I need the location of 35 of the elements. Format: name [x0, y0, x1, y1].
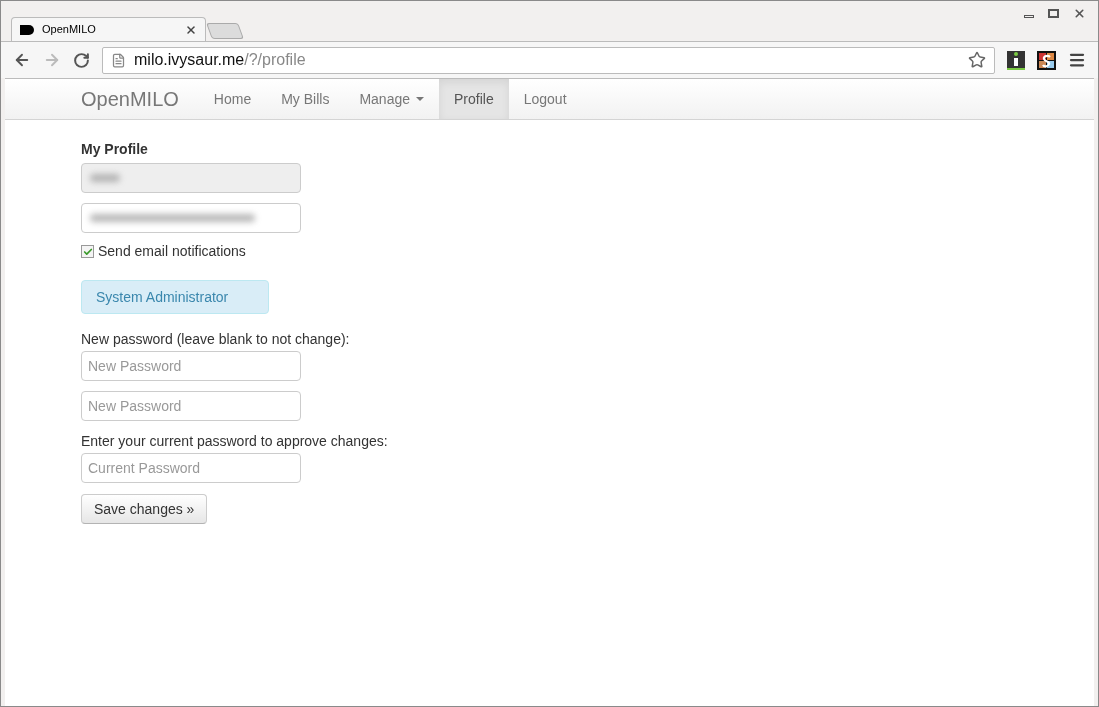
checkbox[interactable]	[81, 245, 94, 258]
role-badge: System Administrator	[81, 280, 269, 314]
password-field[interactable]: Current Password	[81, 453, 301, 483]
brand-title[interactable]: OpenMILO	[81, 84, 179, 114]
checkbox-label: Send email notifications	[98, 242, 246, 261]
reload-icon[interactable]	[73, 51, 90, 69]
new-password-label: New password (leave blank to not change):	[81, 330, 350, 349]
url-text: milo.ivysaur.me/?/profile	[134, 50, 307, 70]
save-button[interactable]: Save changes »	[81, 494, 208, 524]
back-icon[interactable]	[13, 51, 31, 69]
nav-link[interactable]: Logout	[508, 79, 582, 119]
browser-tab[interactable]: OpenMILO	[11, 17, 206, 41]
address-bar[interactable]: milo.ivysaur.me/?/profile	[102, 46, 995, 74]
nav-link[interactable]: Manage	[344, 79, 439, 119]
blurred-text	[90, 174, 120, 182]
bookmark-star-icon[interactable]	[968, 51, 986, 69]
nav-link[interactable]: My Bills	[266, 79, 345, 119]
password-field[interactable]: New Password	[81, 351, 301, 381]
tab-title: OpenMILO	[42, 22, 97, 38]
page-icon	[111, 52, 126, 68]
extension-icon[interactable]	[1037, 50, 1056, 70]
nav-link[interactable]: Home	[198, 79, 267, 119]
minimize-icon[interactable]	[1024, 15, 1034, 18]
caret-icon	[416, 97, 424, 101]
current-password-label: Enter your current password to approve changes:	[81, 432, 388, 451]
profile-heading: My Profile	[81, 141, 148, 157]
restore-icon[interactable]	[1048, 9, 1059, 18]
nav-link[interactable]: Profile	[439, 79, 509, 119]
menu-icon[interactable]	[1068, 51, 1086, 69]
tab-favicon-icon	[20, 24, 34, 35]
password-field[interactable]: New Password	[81, 391, 301, 421]
info-extension-icon[interactable]	[1007, 50, 1025, 70]
input-field[interactable]	[81, 203, 301, 233]
close-window-icon[interactable]	[1073, 7, 1086, 20]
close-icon[interactable]	[185, 23, 197, 36]
